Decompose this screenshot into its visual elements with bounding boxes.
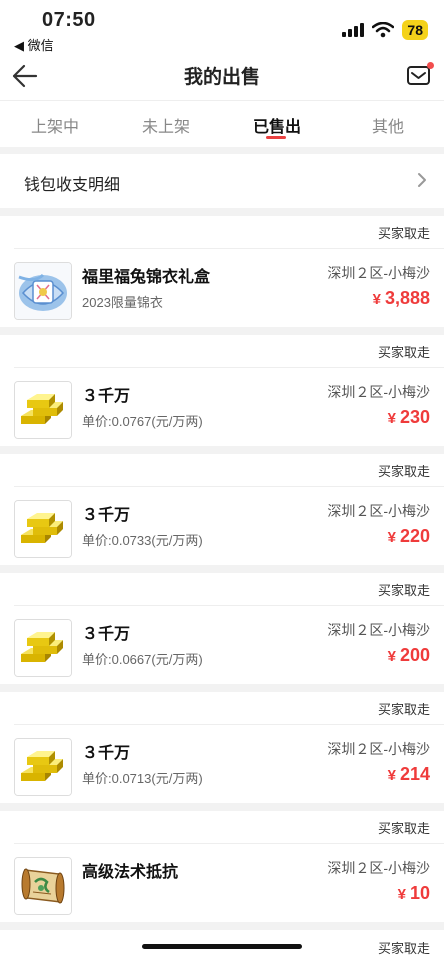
tab-not-listed[interactable]: 未上架	[111, 113, 221, 137]
item-name: 福里福兔锦衣礼盒	[82, 269, 211, 286]
price-value: 220	[399, 526, 430, 546]
server-name: 深圳２区-小梅沙	[327, 384, 430, 400]
item-price: ¥214	[388, 764, 430, 785]
item-name: ３千万	[82, 626, 131, 643]
server-name: 深圳２区-小梅沙	[327, 503, 430, 519]
server-name: 深圳２区-小梅沙	[327, 741, 430, 757]
item-name: ３千万	[82, 507, 131, 524]
currency-symbol: ¥	[387, 648, 396, 665]
server-name: 深圳２区-小梅沙	[327, 265, 430, 281]
item-subtitle: 单价:0.0667(元/万两)	[82, 652, 203, 667]
wallet-details-row[interactable]: 钱包收支明细	[0, 154, 444, 208]
currency-symbol: ¥	[387, 410, 396, 427]
divider	[14, 605, 444, 606]
item-price: ¥230	[388, 407, 430, 428]
item-price: ¥220	[388, 526, 430, 547]
order-card[interactable]: 买家取走 福里福兔锦衣礼盒 2023限量锦衣 深圳２区-小梅沙 ¥3,888	[0, 216, 444, 327]
gold-bars-icon	[14, 500, 72, 558]
order-status: 买家取走	[377, 821, 430, 836]
price-value: 3,888	[384, 288, 430, 308]
item-price: ¥3,888	[373, 288, 430, 309]
currency-symbol: ¥	[387, 767, 396, 784]
price-value: 230	[399, 407, 430, 427]
item-price: ¥10	[398, 883, 430, 904]
status-bar: 07:50 ◀ 微信 78	[0, 0, 444, 53]
battery-icon: 78	[402, 20, 428, 40]
order-status: 买家取走	[377, 345, 430, 360]
page-title: 我的出售	[183, 67, 260, 88]
active-tab-indicator	[266, 136, 286, 139]
divider	[14, 843, 444, 844]
order-status: 买家取走	[377, 226, 430, 241]
gold-bars-icon	[14, 738, 72, 796]
tab-other[interactable]: 其他	[333, 113, 443, 137]
server-name: 深圳２区-小梅沙	[327, 622, 430, 638]
item-subtitle: 2023限量锦衣	[82, 295, 163, 310]
item-name: 高级法术抵抗	[82, 864, 179, 881]
item-subtitle: 单价:0.0733(元/万两)	[82, 533, 203, 548]
status-time: 07:50	[42, 9, 96, 31]
signal-icon	[342, 23, 365, 37]
nav-bar: 我的出售	[0, 52, 444, 100]
item-name: ３千万	[82, 745, 131, 762]
order-card[interactable]: 买家取走 ３千万 单价:0.0713(元/万两) 深圳２区-小梅沙 ¥214	[0, 692, 444, 803]
order-card[interactable]: 买家取走 高级法术抵抗 深圳２区-小梅沙 ¥10	[0, 811, 444, 922]
tab-sold[interactable]: 已售出	[222, 113, 332, 137]
divider	[14, 724, 444, 725]
item-subtitle: 单价:0.0713(元/万两)	[82, 771, 203, 786]
order-card[interactable]: 买家取走 ３千万 单价:0.0667(元/万两) 深圳２区-小梅沙 ¥200	[0, 573, 444, 684]
gold-bars-icon	[14, 381, 72, 439]
gold-bars-icon	[14, 619, 72, 677]
wallet-details-label: 钱包收支明细	[24, 177, 121, 194]
divider	[14, 248, 444, 249]
price-value: 214	[399, 764, 430, 784]
divider	[14, 486, 444, 487]
order-card[interactable]: 买家取走 ３千万 单价:0.0767(元/万两) 深圳２区-小梅沙 ¥230	[0, 335, 444, 446]
tab-bar: 上架中 未上架 已售出 其他	[0, 100, 444, 147]
item-price: ¥200	[388, 645, 430, 666]
wifi-icon	[372, 22, 395, 38]
gift-box-icon	[14, 262, 72, 320]
scroll-icon	[14, 857, 72, 915]
server-name: 深圳２区-小梅沙	[327, 860, 430, 876]
item-name: ３千万	[82, 388, 131, 405]
price-value: 200	[399, 645, 430, 665]
divider	[14, 367, 444, 368]
order-card[interactable]: 买家取走 ３千万 单价:0.0733(元/万两) 深圳２区-小梅沙 ¥220	[0, 454, 444, 565]
chevron-right-icon	[418, 173, 426, 187]
currency-symbol: ¥	[397, 886, 406, 903]
item-subtitle: 单价:0.0767(元/万两)	[82, 414, 203, 429]
order-status: 买家取走	[377, 583, 430, 598]
tab-on-sale[interactable]: 上架中	[0, 113, 110, 137]
order-status: 买家取走	[377, 702, 430, 717]
currency-symbol: ¥	[387, 529, 396, 546]
price-value: 10	[409, 883, 430, 903]
order-status: 买家取走	[377, 941, 430, 956]
status-icons: 78	[342, 20, 428, 40]
home-indicator[interactable]	[142, 944, 302, 949]
currency-symbol: ¥	[372, 291, 381, 308]
order-status: 买家取走	[377, 464, 430, 479]
mail-unread-dot	[427, 62, 434, 69]
